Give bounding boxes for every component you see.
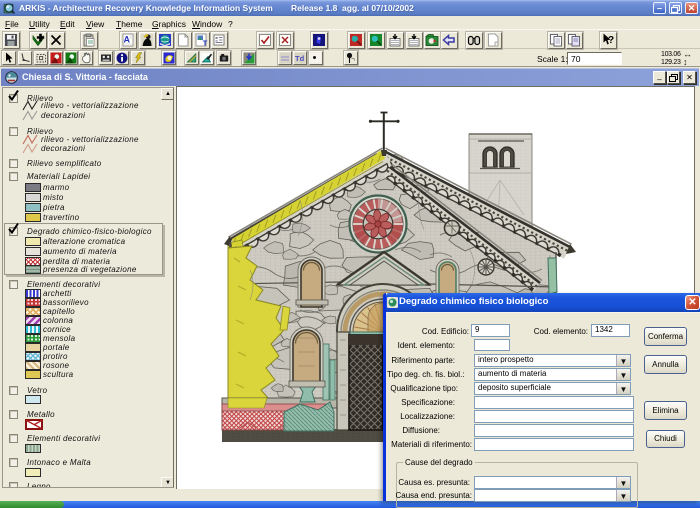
svg-text:?: ?	[608, 35, 614, 46]
svg-text:T: T	[203, 39, 208, 48]
svg-text:A: A	[124, 35, 131, 45]
svg-text:Td: Td	[295, 54, 305, 63]
